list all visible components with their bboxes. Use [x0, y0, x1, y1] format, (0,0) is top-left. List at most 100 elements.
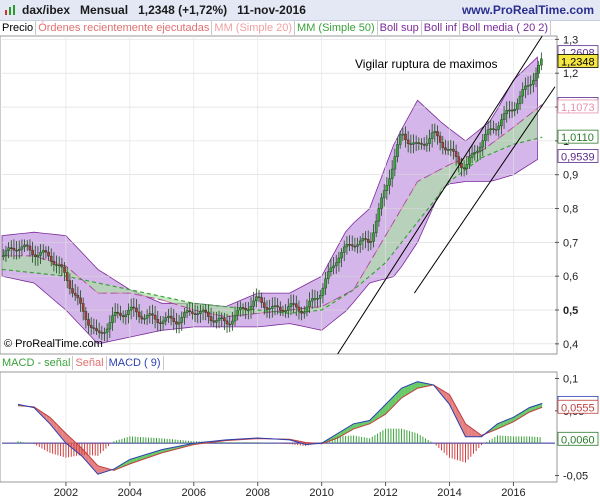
candle-body	[393, 156, 397, 170]
candle-body	[526, 85, 530, 87]
price-tag-box	[557, 99, 599, 114]
price-legend-item[interactable]: Precio	[0, 21, 37, 35]
price-legend-item[interactable]: Órdenes recientemente ejecutadas	[36, 21, 213, 35]
site-link[interactable]: www.ProRealTime.com	[462, 3, 594, 17]
candle-body	[81, 303, 85, 312]
macd-fill	[72, 439, 76, 451]
candle-body	[385, 185, 389, 191]
candle-body	[12, 247, 16, 251]
x-axis-label: 2008	[245, 487, 269, 499]
candle-body	[518, 95, 522, 104]
price-tag-label: 1,0110	[561, 132, 594, 144]
candle-body	[337, 257, 341, 263]
candle-body	[84, 311, 88, 320]
candle-body	[47, 251, 50, 257]
macd-fill	[385, 401, 389, 415]
macd-legend-item[interactable]: MACD ( 9)	[107, 356, 164, 370]
candle-body	[100, 332, 104, 334]
candle-body	[513, 109, 517, 112]
candle-body	[481, 140, 485, 148]
macd-fill	[436, 386, 440, 393]
macd-fill	[312, 443, 316, 444]
macd-legend-item[interactable]: Señal	[73, 356, 107, 370]
candle-body	[444, 147, 447, 151]
macd-fill	[414, 381, 418, 391]
macd-fill	[24, 405, 28, 407]
ma20-line	[2, 104, 543, 318]
candle-body	[156, 318, 160, 324]
candle-body	[398, 134, 402, 145]
candle-body	[244, 308, 247, 311]
price-legend-item[interactable]: MM (Simple 50)	[295, 21, 378, 35]
macd-fill	[260, 438, 265, 439]
candle-body	[151, 313, 154, 316]
title-bar: dax/ibex Mensual 1,2348 (+1,72%) 11-nov-…	[0, 0, 600, 21]
macd-fill	[516, 413, 520, 420]
instrument-info: dax/ibex Mensual 1,2348 (+1,72%) 11-nov-…	[22, 3, 306, 17]
candle-body	[127, 309, 130, 315]
x-axis-label: 2014	[437, 487, 461, 499]
macd-legend-item[interactable]: MACD - señal	[0, 356, 74, 370]
macd-fill	[174, 446, 178, 450]
candle-body	[260, 297, 263, 303]
candle-body	[486, 129, 490, 135]
macd-fill	[487, 428, 492, 433]
macd-fill	[340, 429, 344, 437]
macd-fill	[510, 417, 514, 424]
candle-body	[249, 306, 253, 311]
macd-legend: MACD - señal Señal MACD ( 9)	[0, 356, 164, 370]
candle-body	[143, 318, 146, 320]
trendline-steep	[337, 35, 543, 355]
candle-body	[185, 310, 189, 313]
price-legend-item[interactable]: Boll media ( 20 2)	[460, 21, 552, 35]
macd-fill	[449, 394, 453, 411]
macd-fill	[481, 434, 485, 437]
macd-fill	[30, 406, 34, 408]
macd-fill	[251, 438, 255, 439]
candle-body	[297, 306, 301, 312]
candle-body	[500, 119, 503, 127]
candle-body	[524, 85, 527, 90]
macd-fill	[526, 407, 530, 415]
macd-fill	[213, 440, 217, 443]
candle-body	[332, 265, 335, 269]
macd-fill	[302, 441, 306, 445]
macd-fill	[328, 437, 332, 442]
candle-body	[148, 313, 152, 316]
macd-fill	[331, 435, 335, 441]
macd-fill	[168, 447, 172, 452]
bollinger-middle-line	[2, 104, 543, 318]
candle-body	[87, 319, 90, 326]
macd-fill	[113, 467, 118, 471]
price-tag-box	[557, 97, 599, 111]
candle-body	[271, 306, 274, 309]
candle-body	[236, 309, 239, 316]
chart-area[interactable]: 1,31,21,110,90,80,70,60,50,41,26081,2348…	[0, 0, 600, 500]
candle-body	[159, 322, 162, 325]
macd-fill	[324, 439, 328, 443]
price-legend-item[interactable]: Boll sup	[378, 21, 422, 35]
candle-body	[454, 151, 458, 157]
macd-fill	[420, 382, 424, 388]
macd-fill	[280, 439, 284, 440]
macd-fill	[75, 442, 79, 454]
candle-body	[390, 168, 394, 179]
macd-fill	[97, 465, 102, 475]
macd-panel	[0, 371, 558, 483]
price-legend-item[interactable]: MM (Simple 20)	[212, 21, 296, 35]
candle-body	[537, 64, 540, 74]
macd-fill	[78, 445, 82, 457]
candle-body	[508, 109, 511, 112]
candle-body	[273, 305, 277, 307]
macd-fill	[321, 441, 325, 444]
macd-fill	[433, 384, 437, 389]
price-legend-item[interactable]: Boll inf	[422, 21, 460, 35]
x-axis-label: 2002	[54, 487, 78, 499]
price-tag-box	[557, 149, 599, 163]
macd-fill	[401, 386, 405, 398]
candle-body	[23, 244, 26, 248]
candle-body	[41, 250, 45, 253]
macd-axis-label: 0,1	[563, 373, 578, 385]
candle-body	[1, 255, 5, 257]
candle-body	[153, 314, 157, 320]
